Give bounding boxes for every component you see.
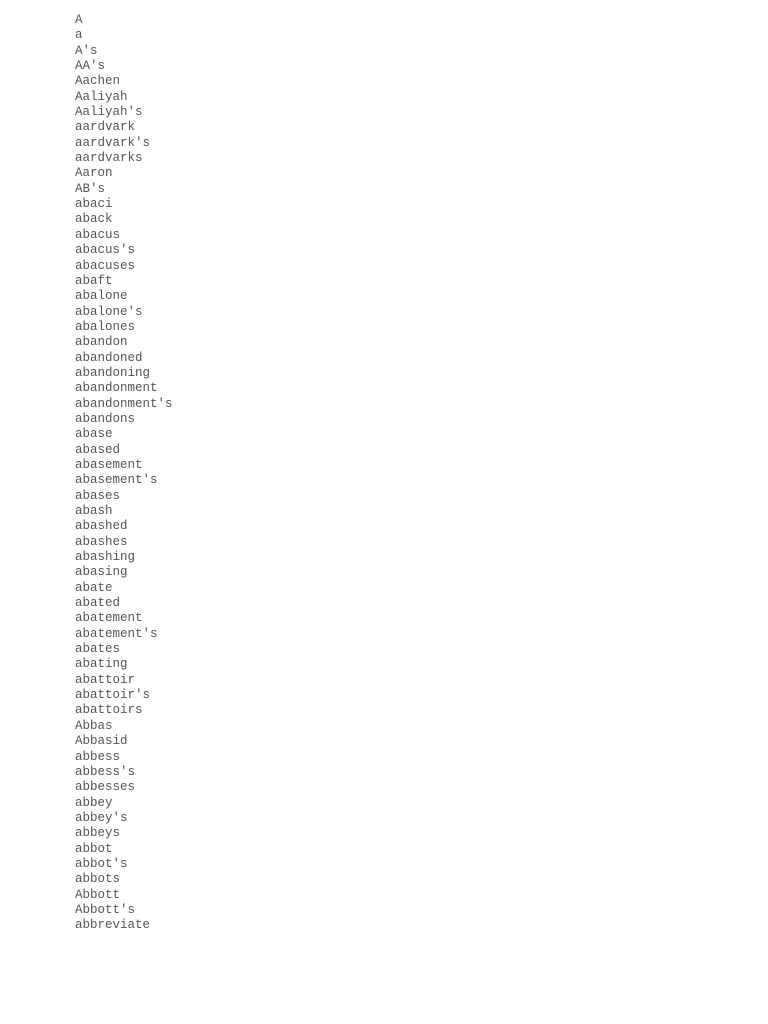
word-list-item: Aaron	[75, 166, 113, 181]
word-list-item: abated	[75, 596, 121, 611]
word-list-item: abashing	[75, 550, 136, 565]
word-list-item: abasing	[75, 565, 128, 580]
word-list-item: abalone	[75, 289, 128, 304]
word-list-item: aback	[75, 212, 113, 227]
word-list-item: abbreviate	[75, 918, 151, 933]
word-list-item: A's	[75, 43, 98, 58]
word-list-item: abbot	[75, 841, 113, 856]
word-list-item: abbots	[75, 872, 121, 887]
word-list-item: abandonment	[75, 381, 158, 396]
word-list-item: abased	[75, 442, 121, 457]
word-list-item: abacus's	[75, 243, 136, 258]
word-list-item: abattoirs	[75, 703, 143, 718]
word-list-item: abattoir's	[75, 688, 151, 703]
word-list-item: abandons	[75, 411, 136, 426]
word-list-item: Abbas	[75, 718, 113, 733]
word-list-item: abases	[75, 488, 121, 503]
word-list-item: abaci	[75, 197, 113, 212]
word-list-item: abatement	[75, 611, 143, 626]
word-list-item: abase	[75, 427, 113, 442]
word-list-item: abbey	[75, 795, 113, 810]
word-list-item: abalones	[75, 319, 136, 334]
word-list-item: aardvark's	[75, 135, 151, 150]
word-list-item: A	[75, 13, 83, 27]
word-list-item: abbot's	[75, 856, 128, 871]
word-list-item: abasement	[75, 457, 143, 472]
word-list-item: abasement's	[75, 473, 158, 488]
word-list-item: abbey's	[75, 810, 128, 825]
word-list-item: abashed	[75, 519, 128, 534]
word-list-item: abash	[75, 504, 113, 518]
word-list-item: abbeys	[75, 826, 121, 841]
word-list-item: AA's	[75, 59, 106, 74]
word-list-item: abattoir	[75, 672, 136, 687]
word-list: Aa A's AA's Aachen Aaliyah Aaliyah's aardvark a…	[75, 13, 173, 934]
word-list-item: Abbott	[75, 887, 121, 902]
word-list-item: abandon	[75, 335, 128, 350]
word-list-item: Abbott's	[75, 902, 136, 917]
word-list-item: abates	[75, 642, 121, 657]
word-list-item: abbess's	[75, 764, 136, 779]
word-list-item: abandoned	[75, 350, 143, 365]
word-list-item: aardvark	[75, 120, 136, 135]
word-list-item: abandoning	[75, 365, 151, 380]
word-list-item: abandonment's	[75, 396, 173, 411]
word-list-item: abbess	[75, 749, 121, 764]
word-list-item: Aachen	[75, 74, 121, 89]
word-list-item: abatement's	[75, 626, 158, 641]
word-list-item: abate	[75, 580, 113, 595]
word-list-item: Aaliyah's	[75, 105, 143, 120]
word-list-item: aardvarks	[75, 151, 143, 166]
word-list-item: abaft	[75, 273, 113, 288]
word-list-item: abashes	[75, 534, 128, 549]
word-list-item: AB's	[75, 181, 106, 196]
word-list-item: Aaliyah	[75, 89, 128, 104]
word-list-item: a	[75, 28, 83, 43]
word-list-item: Abbasid	[75, 734, 128, 749]
word-list-item: abbesses	[75, 780, 136, 795]
word-list-item: abalone's	[75, 304, 143, 319]
word-list-item: abating	[75, 657, 128, 672]
word-list-item: abacus	[75, 227, 121, 242]
word-list-item: abacuses	[75, 258, 136, 273]
